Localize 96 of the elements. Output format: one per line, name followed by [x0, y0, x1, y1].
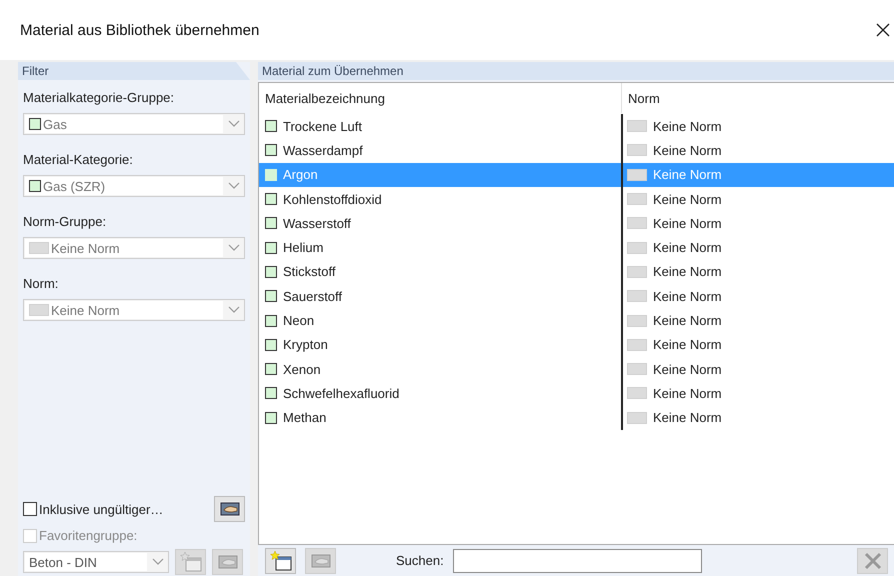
color-swatch-icon — [265, 338, 277, 351]
table-row[interactable]: Methan Keine Norm — [259, 406, 894, 430]
table-cell: Stickstoff — [283, 264, 336, 280]
table-row[interactable]: Krypton Keine Norm — [259, 332, 894, 357]
table-cell: Methan — [283, 410, 326, 426]
table-row[interactable]: Schwefelhexafluorid Keine Norm — [259, 381, 894, 406]
color-swatch-icon — [265, 242, 277, 254]
hand-button[interactable] — [214, 496, 245, 522]
color-swatch-icon — [265, 168, 277, 181]
table-cell: Keine Norm — [653, 167, 722, 182]
table-cell: Keine Norm — [653, 362, 722, 377]
checkbox-label: Inklusive ungültiger… — [39, 502, 164, 516]
table-row[interactable]: Wasserstoff Keine Norm — [259, 211, 894, 236]
search-field[interactable] — [452, 548, 702, 572]
field-label: Norm: — [23, 276, 60, 291]
hand-icon — [220, 501, 240, 517]
dropdown-value: Keine Norm — [51, 240, 120, 256]
table-cell: Wasserstoff — [283, 216, 351, 231]
close-icon — [876, 23, 890, 37]
color-swatch-icon — [627, 144, 647, 156]
field-label: Materialkategorie-Gruppe: — [23, 90, 176, 105]
table-cell: Keine Norm — [653, 142, 722, 158]
new-window-icon — [180, 552, 202, 572]
color-swatch-icon — [29, 304, 49, 316]
checkbox-label: Favoritengruppe: — [39, 528, 138, 543]
color-swatch-icon — [627, 266, 647, 278]
table-cell: Keine Norm — [653, 192, 722, 207]
color-swatch-icon — [265, 314, 277, 327]
column-header[interactable]: Norm — [621, 83, 894, 113]
table-cell: Trockene Luft — [283, 118, 362, 134]
new-window-button[interactable] — [265, 548, 296, 574]
color-swatch-icon — [627, 168, 647, 181]
color-swatch-icon — [265, 266, 277, 278]
table-cell: Helium — [283, 240, 324, 256]
table-cell: Neon — [283, 313, 314, 328]
color-swatch-icon — [627, 338, 647, 351]
table-cell: Keine Norm — [653, 264, 722, 280]
color-swatch-icon — [627, 314, 647, 327]
table-row[interactable]: Stickstoff Keine Norm — [259, 260, 894, 284]
color-swatch-icon — [627, 120, 647, 132]
table-cell: Keine Norm — [653, 386, 722, 401]
table-row[interactable]: Trockene Luft Keine Norm — [259, 114, 894, 138]
color-swatch-icon — [627, 217, 647, 230]
color-swatch-icon — [265, 363, 277, 376]
color-swatch-icon — [627, 193, 647, 206]
clear-icon — [862, 550, 882, 570]
field-label: Norm-Gruppe: — [23, 214, 108, 229]
table-cell: Keine Norm — [653, 118, 722, 134]
table-cell: Xenon — [283, 362, 321, 377]
color-swatch-icon — [265, 290, 277, 302]
color-swatch-icon — [627, 290, 647, 302]
dropdown-value: Gas — [43, 116, 67, 132]
table-cell: Kohlenstoffdioxid — [283, 192, 382, 207]
color-swatch-icon — [265, 217, 277, 230]
table-row[interactable]: Xenon Keine Norm — [259, 356, 894, 382]
color-swatch-icon — [627, 242, 647, 254]
table-cell: Wasserdampf — [283, 142, 363, 158]
panel-header: Filter — [18, 62, 250, 80]
color-swatch-icon — [627, 363, 647, 376]
table-cell: Schwefelhexafluorid — [283, 386, 400, 401]
table-cell: Argon — [283, 167, 318, 182]
table-row[interactable]: Neon Keine Norm — [259, 308, 894, 333]
color-swatch-icon — [29, 180, 41, 192]
color-swatch-icon — [265, 387, 277, 400]
table-row[interactable]: Kohlenstoffdioxid Keine Norm — [259, 186, 894, 212]
table-row[interactable]: Sauerstoff Keine Norm — [259, 284, 894, 308]
table-cell: Keine Norm — [653, 337, 722, 352]
panel-header: Material zum Übernehmen — [258, 62, 894, 80]
window-title: Material aus Bibliothek übernehmen — [20, 22, 260, 38]
table-cell: Keine Norm — [653, 313, 722, 328]
table-cell: Krypton — [283, 337, 328, 352]
color-swatch-icon — [29, 118, 41, 130]
new-window-icon — [270, 550, 292, 570]
color-swatch-icon — [29, 242, 49, 254]
color-swatch-icon — [265, 120, 277, 132]
checkbox[interactable] — [23, 502, 37, 516]
color-swatch-icon — [265, 193, 277, 206]
field-label: Material-Kategorie: — [23, 152, 134, 167]
table-cell: Keine Norm — [653, 288, 722, 304]
table-cell: Keine Norm — [653, 216, 722, 231]
table-cell: Keine Norm — [653, 240, 722, 256]
dropdown-value: Keine Norm — [51, 302, 120, 318]
color-swatch-icon — [265, 412, 277, 424]
dropdown-value: Gas (SZR) — [43, 178, 106, 194]
color-swatch-icon — [265, 144, 277, 156]
color-swatch-icon — [627, 387, 647, 400]
clear-button[interactable] — [857, 548, 888, 574]
column-header[interactable]: Materialbezeichnung — [259, 83, 621, 113]
color-swatch-icon — [627, 412, 647, 424]
dropdown-value: Beton - DIN — [29, 554, 97, 570]
table-cell: Sauerstoff — [283, 288, 342, 304]
table-cell: Keine Norm — [653, 410, 722, 426]
table-row[interactable]: Helium Keine Norm — [259, 235, 894, 260]
hand-icon — [310, 552, 330, 568]
search-label: Suchen: — [396, 553, 444, 568]
hand-icon — [218, 554, 238, 570]
